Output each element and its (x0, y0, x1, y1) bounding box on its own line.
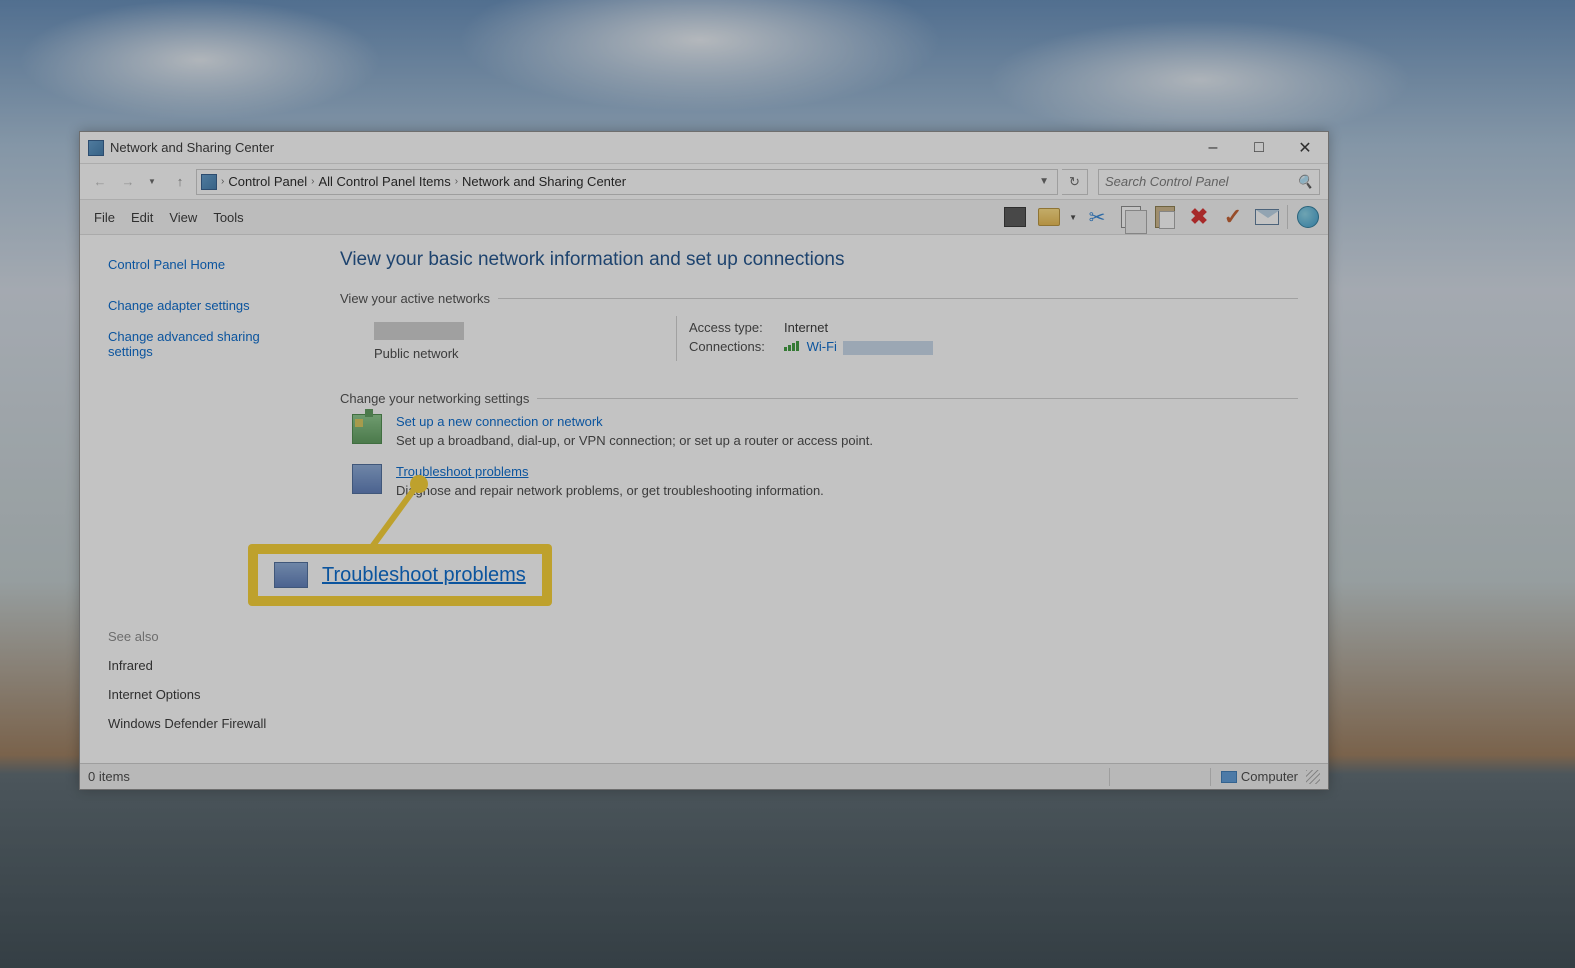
resize-grip[interactable] (1306, 770, 1320, 784)
see-also-block: See also Infrared Internet Options Windo… (108, 629, 298, 751)
back-button[interactable]: ← (88, 170, 112, 194)
callout-dot (410, 475, 428, 493)
page-heading: View your basic network information and … (340, 249, 1298, 271)
window-title: Network and Sharing Center (110, 140, 274, 155)
connections-label: Connections: (689, 339, 784, 355)
forward-button[interactable]: → (116, 170, 140, 194)
copy-button[interactable] (1117, 203, 1145, 231)
preview-pane-button[interactable] (1001, 203, 1029, 231)
content-area: View your basic network information and … (310, 235, 1328, 763)
setup-connection-link[interactable]: Set up a new connection or network (396, 414, 603, 429)
troubleshoot-icon (274, 562, 308, 588)
close-button[interactable]: ✕ (1282, 133, 1328, 163)
divider (1287, 205, 1288, 229)
access-type-label: Access type: (689, 320, 784, 335)
control-panel-window: Network and Sharing Center – □ ✕ ← → ▼ ↑… (79, 131, 1329, 790)
setting-troubleshoot: Troubleshoot problems Diagnose and repai… (352, 464, 1298, 498)
wifi-signal-icon (784, 341, 799, 351)
address-bar[interactable]: › Control Panel › All Control Panel Item… (196, 169, 1058, 195)
refresh-button[interactable]: ↻ (1062, 169, 1088, 195)
menu-edit[interactable]: Edit (123, 206, 161, 229)
network-name-redacted (374, 322, 464, 340)
status-items-count: 0 items (88, 769, 130, 784)
search-icon: 🔍 (1297, 174, 1313, 190)
undo-button[interactable]: ✓ (1219, 203, 1247, 231)
titlebar: Network and Sharing Center – □ ✕ (80, 132, 1328, 164)
path-seg-2[interactable]: Network and Sharing Center (462, 174, 626, 189)
active-networks-row: Public network Access type: Internet Con… (356, 316, 1298, 361)
setting-new-connection: Set up a new connection or network Set u… (352, 414, 1298, 448)
see-also-infrared[interactable]: Infrared (108, 658, 298, 673)
chevron-right-icon: › (455, 176, 458, 187)
address-dropdown[interactable]: ▼ (1035, 176, 1053, 187)
computer-icon (1221, 771, 1237, 783)
web-button[interactable] (1294, 203, 1322, 231)
menu-view[interactable]: View (161, 206, 205, 229)
active-networks-header: View your active networks (340, 291, 1298, 306)
access-type-value: Internet (784, 320, 828, 335)
recent-dropdown[interactable]: ▼ (140, 170, 164, 194)
minimize-button[interactable]: – (1190, 133, 1236, 163)
search-input[interactable]: Search Control Panel 🔍 (1098, 169, 1320, 195)
chevron-down-icon[interactable]: ▼ (1069, 213, 1077, 222)
path-seg-0[interactable]: Control Panel (228, 174, 307, 189)
menu-tools[interactable]: Tools (205, 206, 251, 229)
search-placeholder: Search Control Panel (1105, 174, 1229, 189)
paste-button[interactable] (1151, 203, 1179, 231)
maximize-button[interactable]: □ (1236, 133, 1282, 163)
folder-options-button[interactable] (1035, 203, 1063, 231)
wifi-connection-link[interactable]: Wi-Fi (807, 339, 837, 354)
up-button[interactable]: ↑ (168, 170, 192, 194)
network-type-label: Public network (374, 346, 676, 361)
see-also-header: See also (108, 629, 298, 644)
wifi-ssid-redacted (843, 341, 933, 355)
chevron-right-icon: › (311, 176, 314, 187)
sidebar-link-adapter[interactable]: Change adapter settings (108, 298, 298, 313)
control-panel-icon (201, 174, 217, 190)
callout-box: Troubleshoot problems (248, 544, 552, 606)
troubleshoot-icon (352, 464, 382, 494)
new-connection-icon (352, 414, 382, 444)
see-also-internet-options[interactable]: Internet Options (108, 687, 298, 702)
callout-troubleshoot-link: Troubleshoot problems (322, 564, 526, 587)
toolbar: ▼ ✂ ✖ ✓ (1001, 203, 1322, 231)
mail-button[interactable] (1253, 203, 1281, 231)
sidebar-link-advanced-sharing[interactable]: Change advanced sharing settings (108, 329, 298, 359)
network-center-icon (88, 140, 104, 156)
nav-bar: ← → ▼ ↑ › Control Panel › All Control Pa… (80, 164, 1328, 200)
status-computer-label: Computer (1241, 769, 1298, 784)
see-also-firewall[interactable]: Windows Defender Firewall (108, 716, 298, 731)
body: Control Panel Home Change adapter settin… (80, 235, 1328, 763)
sidebar: Control Panel Home Change adapter settin… (80, 235, 310, 763)
chevron-right-icon: › (221, 176, 224, 187)
delete-button[interactable]: ✖ (1185, 203, 1213, 231)
networking-settings-header: Change your networking settings (340, 391, 1298, 406)
setup-connection-desc: Set up a broadband, dial-up, or VPN conn… (396, 433, 873, 448)
menu-bar: File Edit View Tools ▼ ✂ ✖ ✓ (80, 200, 1328, 235)
sidebar-link-cphome[interactable]: Control Panel Home (108, 257, 298, 272)
cut-button[interactable]: ✂ (1083, 203, 1111, 231)
status-bar: 0 items Computer (80, 763, 1328, 789)
menu-file[interactable]: File (86, 206, 123, 229)
troubleshoot-desc: Diagnose and repair network problems, or… (396, 483, 824, 498)
path-seg-1[interactable]: All Control Panel Items (318, 174, 450, 189)
